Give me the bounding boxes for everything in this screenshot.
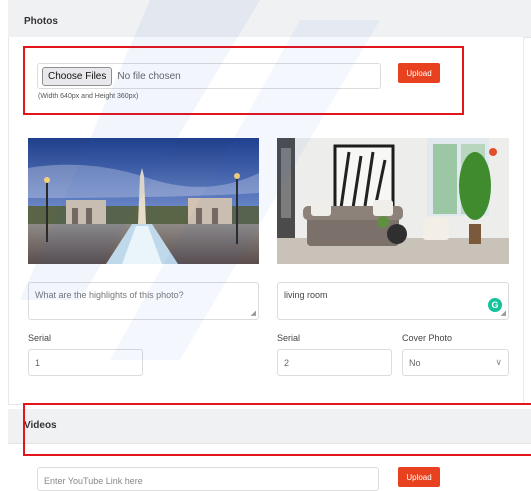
city-plaza-image xyxy=(28,138,259,264)
photo-caption-field-1[interactable]: What are the highlights of this photo? ◢ xyxy=(28,282,259,320)
cover-photo-value: No xyxy=(409,358,421,368)
city-plaza-photo xyxy=(28,138,259,264)
serial-input-1[interactable]: 1 xyxy=(28,349,143,376)
photos-section-header: Photos xyxy=(8,0,531,38)
serial-value-1: 1 xyxy=(35,358,41,368)
videos-highlight-box xyxy=(23,403,531,456)
serial-label-2: Serial xyxy=(277,333,301,343)
upload-highlight-box xyxy=(23,46,464,115)
serial-value-2: 2 xyxy=(284,358,290,368)
serial-label-1: Serial xyxy=(28,333,52,343)
serial-input-2[interactable]: 2 xyxy=(277,349,392,376)
living-room-photo xyxy=(277,138,509,264)
photos-section-title: Photos xyxy=(24,16,58,27)
chevron-down-icon: ∨ xyxy=(495,357,502,367)
cover-photo-label: Cover Photo xyxy=(402,333,453,343)
video-upload-button[interactable]: Upload xyxy=(398,467,440,487)
resize-handle-icon[interactable]: ◢ xyxy=(501,310,506,317)
cover-photo-select[interactable]: No ∨ xyxy=(402,349,509,376)
photo-caption-field-2[interactable]: living room G ◢ xyxy=(277,282,509,320)
resize-handle-icon[interactable]: ◢ xyxy=(251,310,256,317)
photo-caption-value-2: living room xyxy=(284,290,328,300)
property-media-form: Photos Choose Files No file chosen Uploa… xyxy=(0,0,531,491)
youtube-link-input[interactable]: Enter YouTube Link here xyxy=(37,467,379,491)
youtube-link-placeholder: Enter YouTube Link here xyxy=(44,476,143,486)
photo-caption-placeholder-1: What are the highlights of this photo? xyxy=(35,290,184,300)
living-room-image xyxy=(277,138,509,264)
